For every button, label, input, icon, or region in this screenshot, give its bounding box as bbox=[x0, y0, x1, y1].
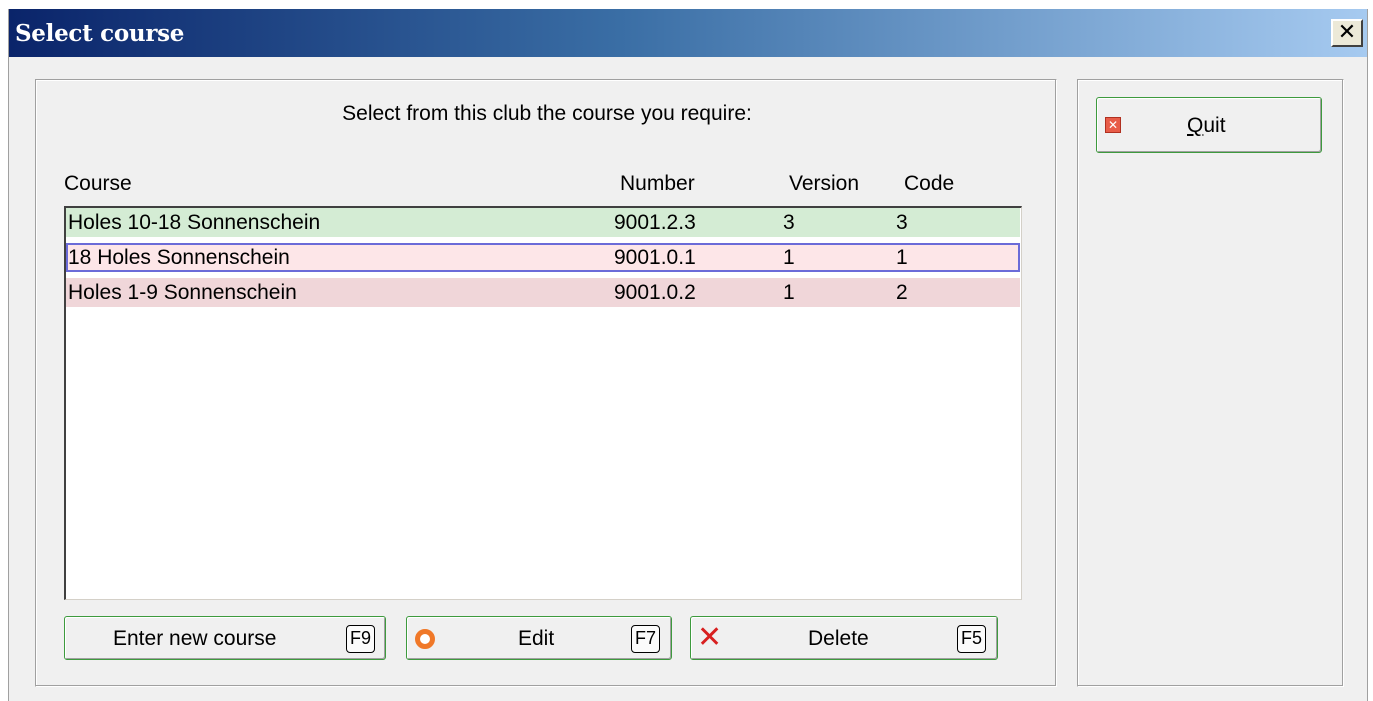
select-course-dialog: Select course ✕ Select from this club th… bbox=[8, 9, 1368, 701]
delete-button[interactable]: ✕ Delete F5 bbox=[690, 616, 998, 660]
f9-key-badge: F9 bbox=[346, 625, 376, 653]
orange-ring-icon bbox=[415, 629, 435, 649]
red-x-icon: ✕ bbox=[697, 620, 723, 655]
enter-new-course-button[interactable]: Enter new course F9 bbox=[64, 616, 386, 660]
course-code: 2 bbox=[896, 281, 908, 304]
column-header-number: Number bbox=[620, 172, 695, 195]
selection-prompt: Select from this club the course you req… bbox=[342, 102, 752, 125]
edit-button[interactable]: Edit F7 bbox=[406, 616, 672, 660]
close-icon: ✕ bbox=[1337, 20, 1357, 45]
course-list[interactable]: Holes 10-18 Sonnenschein 9001.2.3 3 3 18… bbox=[64, 206, 1022, 600]
course-name: Holes 10-18 Sonnenschein bbox=[68, 211, 321, 234]
course-code: 3 bbox=[896, 211, 908, 234]
close-button[interactable]: ✕ bbox=[1331, 19, 1363, 47]
course-number: 9001.2.3 bbox=[614, 211, 696, 234]
course-name: Holes 1-9 Sonnenschein bbox=[68, 281, 297, 304]
course-row[interactable]: Holes 1-9 Sonnenschein 9001.0.2 1 2 bbox=[66, 278, 1020, 307]
course-version: 1 bbox=[783, 281, 795, 304]
title-bar[interactable]: Select course ✕ bbox=[9, 9, 1367, 57]
column-header-version: Version bbox=[789, 172, 860, 195]
f7-key-badge: F7 bbox=[631, 625, 661, 653]
course-version: 1 bbox=[783, 246, 795, 269]
actions-panel: ✕ Quit bbox=[1077, 79, 1344, 687]
course-name: 18 Holes Sonnenschein bbox=[68, 246, 290, 269]
course-number: 9001.0.1 bbox=[614, 246, 696, 269]
quit-icon: ✕ bbox=[1105, 117, 1121, 133]
delete-label: Delete bbox=[808, 627, 869, 650]
column-header-code: Code bbox=[904, 172, 955, 195]
course-code: 1 bbox=[896, 246, 908, 269]
window-title: Select course bbox=[15, 20, 185, 47]
quit-button[interactable]: ✕ Quit bbox=[1096, 97, 1322, 153]
edit-label: Edit bbox=[518, 627, 555, 650]
course-row[interactable]: Holes 10-18 Sonnenschein 9001.2.3 3 3 bbox=[66, 208, 1020, 237]
course-row-selected[interactable]: 18 Holes Sonnenschein 9001.0.1 1 1 bbox=[66, 243, 1020, 272]
column-header-course: Course bbox=[64, 172, 132, 195]
course-selection-panel: Select from this club the course you req… bbox=[35, 79, 1057, 687]
course-number: 9001.0.2 bbox=[614, 281, 696, 304]
course-version: 3 bbox=[783, 211, 795, 234]
enter-new-course-label: Enter new course bbox=[113, 627, 277, 650]
quit-label: Quit bbox=[1187, 114, 1226, 137]
f5-key-badge: F5 bbox=[957, 625, 987, 653]
